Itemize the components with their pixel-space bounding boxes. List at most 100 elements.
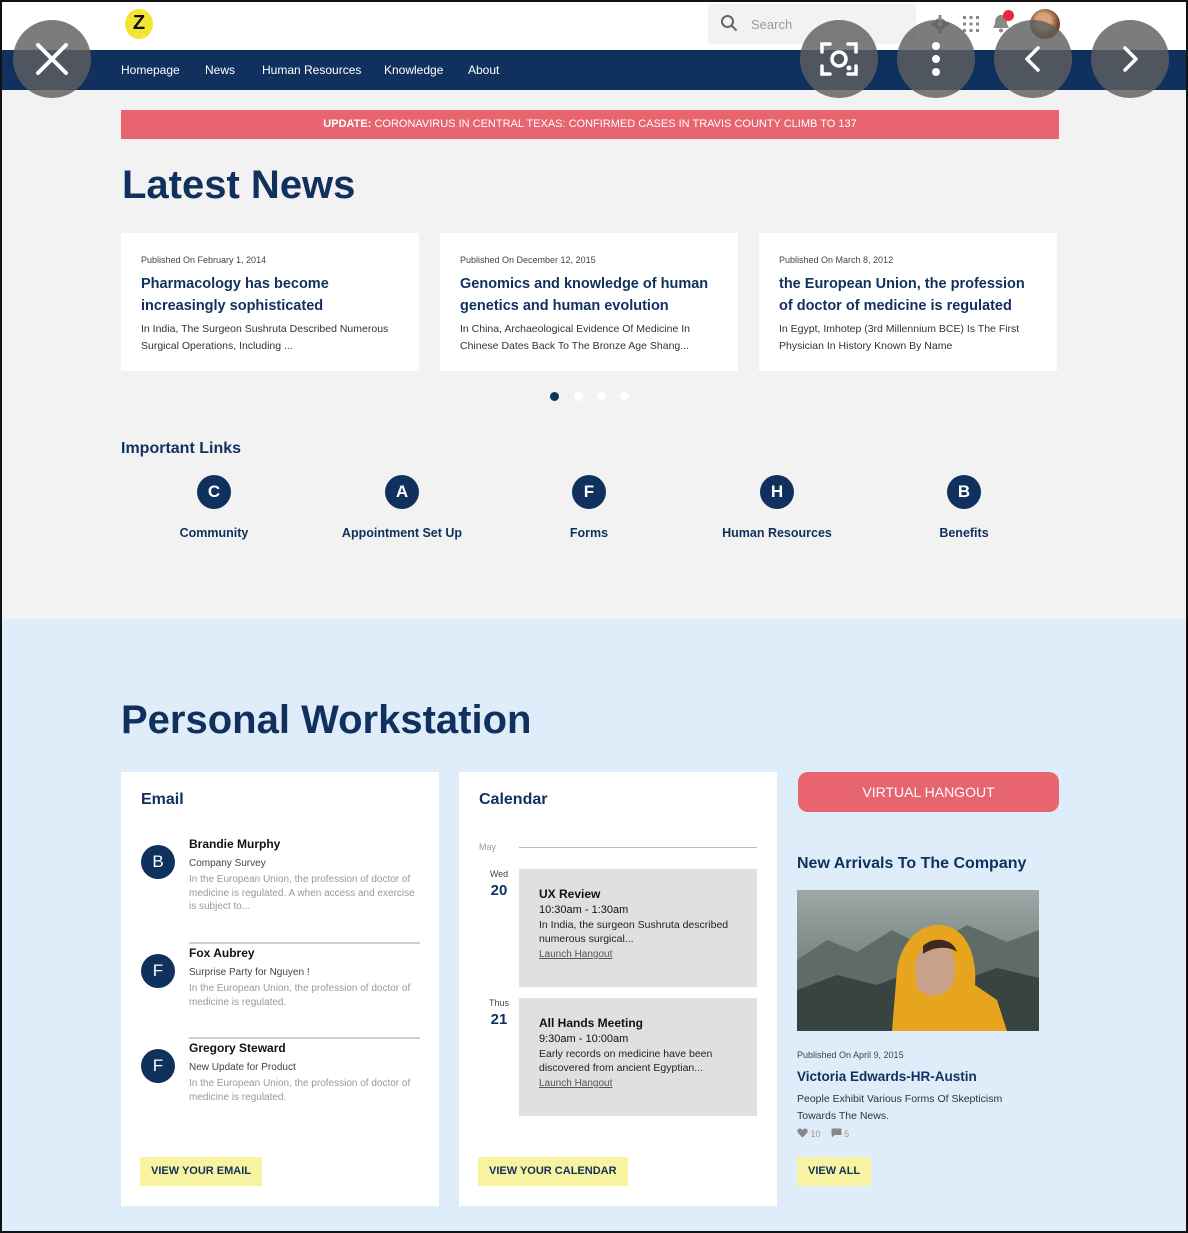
divider xyxy=(189,942,420,944)
link-community[interactable]: C Community xyxy=(124,475,304,540)
email-subject: Surprise Party for Nguyen ! xyxy=(189,967,310,978)
event-time: 9:30am - 10:00am xyxy=(539,1033,629,1045)
more-options-button[interactable] xyxy=(897,20,975,98)
calendar-event[interactable]: UX Review 10:30am - 1:30am In India, the… xyxy=(519,869,757,987)
likes-count: 10 xyxy=(810,1129,821,1139)
link-badge: A xyxy=(385,475,419,509)
calendar-panel-title: Calendar xyxy=(479,791,548,808)
new-arrival-photo-image xyxy=(797,924,1039,1031)
day-of-week: Thus xyxy=(488,998,509,1008)
event-title: All Hands Meeting xyxy=(539,1016,644,1030)
news-excerpt: In China, Archaeological Evidence Of Med… xyxy=(460,323,690,352)
email-avatar: B xyxy=(141,845,175,879)
event-time: 10:30am - 1:30am xyxy=(539,904,629,916)
view-email-button[interactable]: VIEW YOUR EMAIL xyxy=(140,1157,263,1186)
news-excerpt: In Egypt, Imhotep (3rd Millennium BCE) I… xyxy=(779,323,1020,352)
carousel-dot-4[interactable] xyxy=(620,392,629,401)
carousel-dot-3[interactable] xyxy=(597,392,606,401)
link-label: Community xyxy=(179,526,249,540)
event-description: Early records on medicine have been disc… xyxy=(539,1048,713,1074)
link-label: Benefits xyxy=(939,526,989,540)
news-card[interactable]: Published On March 8, 2012 the European … xyxy=(759,233,1057,371)
email-preview: In the European Union, the profession of… xyxy=(189,874,415,912)
nav-news[interactable]: News xyxy=(205,63,235,77)
news-title[interactable]: Pharmacology has become increasingly sop… xyxy=(141,273,399,317)
nav-about[interactable]: About xyxy=(468,63,499,77)
previous-button[interactable] xyxy=(994,20,1072,98)
news-card[interactable]: Published On February 1, 2014 Pharmacolo… xyxy=(121,233,419,371)
more-vertical-icon xyxy=(932,42,940,76)
link-badge: F xyxy=(572,475,606,509)
arrival-description: People Exhibit Various Forms Of Skeptici… xyxy=(797,1093,1003,1122)
divider xyxy=(519,847,757,848)
launch-hangout-link[interactable]: Launch Hangout xyxy=(539,949,737,960)
nav-homepage[interactable]: Homepage xyxy=(121,63,180,77)
link-badge: C xyxy=(197,475,231,509)
search-icon xyxy=(721,15,738,32)
news-card[interactable]: Published On December 12, 2015 Genomics … xyxy=(440,233,738,371)
link-label: Human Resources xyxy=(722,526,832,540)
carousel-dot-1[interactable] xyxy=(550,392,559,401)
view-all-button[interactable]: VIEW ALL xyxy=(797,1157,872,1186)
launch-hangout-link[interactable]: Launch Hangout xyxy=(539,1078,737,1089)
important-links-heading: Important Links xyxy=(121,440,242,457)
link-appointment-set-up[interactable]: A Appointment Set Up xyxy=(312,475,492,540)
workstation-heading: Personal Workstation xyxy=(121,698,532,742)
arrival-name[interactable]: Victoria Edwards-HR-Austin xyxy=(797,1069,977,1084)
link-forms[interactable]: F Forms xyxy=(499,475,679,540)
email-avatar: F xyxy=(141,954,175,988)
link-label: Appointment Set Up xyxy=(341,526,463,540)
latest-news-heading: Latest News xyxy=(122,163,356,207)
event-title: UX Review xyxy=(539,887,601,901)
chevron-right-icon xyxy=(1123,46,1138,72)
nav-human-resources[interactable]: Human Resources xyxy=(262,63,361,77)
arrival-date: Published On April 9, 2015 xyxy=(797,1050,904,1060)
link-label: Forms xyxy=(569,526,609,540)
alert-label: UPDATE: xyxy=(323,118,372,130)
email-panel-title: Email xyxy=(141,791,184,808)
news-excerpt: In India, The Surgeon Sushruta Described… xyxy=(141,323,389,352)
email-preview: In the European Union, the profession of… xyxy=(189,1078,411,1103)
email-preview: In the European Union, the profession of… xyxy=(189,983,411,1008)
search-placeholder: Search xyxy=(751,17,793,32)
heart-icon[interactable] xyxy=(797,1128,808,1140)
carousel-dot-2[interactable] xyxy=(574,392,583,401)
virtual-hangout-button[interactable]: VIRTUAL HANGOUT xyxy=(798,772,1059,812)
email-subject: New Update for Product xyxy=(189,1062,296,1073)
link-human-resources[interactable]: H Human Resources xyxy=(687,475,867,540)
comment-icon[interactable] xyxy=(831,1128,842,1140)
email-subject: Company Survey xyxy=(189,858,266,869)
news-date: Published On December 12, 2015 xyxy=(460,255,596,265)
event-description: In India, the surgeon Sushruta described… xyxy=(539,919,729,945)
news-title[interactable]: the European Union, the profession of do… xyxy=(779,273,1037,317)
email-panel: Email B Brandie Murphy Company Survey In… xyxy=(121,772,439,1206)
new-arrivals-heading: New Arrivals To The Company xyxy=(797,855,1027,872)
day-number: 20 xyxy=(490,882,508,899)
alert-banner[interactable]: UPDATE: CORONAVIRUS IN CENTRAL TEXAS: CO… xyxy=(121,110,1059,139)
calendar-date: Thus 21 xyxy=(479,998,519,1028)
day-number: 21 xyxy=(490,1011,508,1028)
news-date: Published On February 1, 2014 xyxy=(141,255,267,265)
chevron-left-icon xyxy=(1025,46,1040,72)
comments-count: 5 xyxy=(844,1129,850,1139)
link-badge: B xyxy=(947,475,981,509)
calendar-event[interactable]: All Hands Meeting 9:30am - 10:00am Early… xyxy=(519,998,757,1116)
lens-icon xyxy=(820,42,858,76)
close-button[interactable] xyxy=(13,20,91,98)
email-sender: Gregory Steward xyxy=(189,1041,286,1055)
link-benefits[interactable]: B Benefits xyxy=(874,475,1054,540)
nav-knowledge[interactable]: Knowledge xyxy=(384,63,443,77)
view-calendar-button[interactable]: VIEW YOUR CALENDAR xyxy=(478,1157,628,1186)
calendar-month: May xyxy=(479,842,497,852)
email-avatar: F xyxy=(141,1049,175,1083)
logo-letter: Z xyxy=(132,12,146,34)
company-logo[interactable]: Z xyxy=(125,9,153,39)
lens-button[interactable] xyxy=(800,20,878,98)
news-title[interactable]: Genomics and knowledge of human genetics… xyxy=(460,273,718,317)
divider xyxy=(189,1037,420,1039)
link-badge: H xyxy=(760,475,794,509)
next-button[interactable] xyxy=(1091,20,1169,98)
new-arrival-photo[interactable] xyxy=(797,890,1039,1031)
news-date: Published On March 8, 2012 xyxy=(779,255,894,265)
arrival-stats: 10 5 xyxy=(797,1128,849,1140)
